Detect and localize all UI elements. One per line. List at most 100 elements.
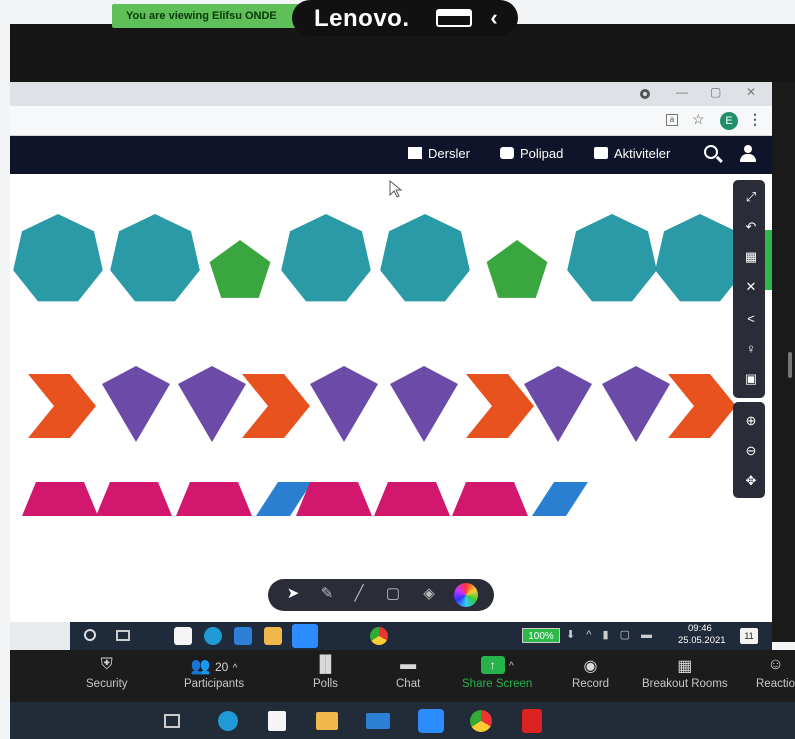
kite-shape[interactable] xyxy=(102,366,170,442)
heptagon-shape[interactable] xyxy=(380,214,470,302)
scroll-handle[interactable] xyxy=(788,352,792,378)
zoom-out-icon[interactable]: ⊖ xyxy=(741,440,761,462)
trapezoid-shape[interactable] xyxy=(96,482,172,516)
tools-icon[interactable]: ✕ xyxy=(741,276,761,298)
clock-date[interactable]: 25.05.2021 xyxy=(678,635,726,646)
zoom-in-icon[interactable]: ⊕ xyxy=(741,410,761,432)
record-label: Record xyxy=(572,678,610,690)
polls-label: Polls xyxy=(313,678,338,690)
participants-button[interactable]: 👥 20 ^ Participants xyxy=(184,656,244,690)
image-icon[interactable]: ▣ xyxy=(741,368,761,390)
pentagon-shape[interactable] xyxy=(209,240,271,298)
chrome-icon[interactable] xyxy=(370,627,388,645)
chevron-shape[interactable] xyxy=(28,374,96,438)
explorer-icon[interactable] xyxy=(264,627,282,645)
close-button[interactable]: ✕ xyxy=(746,85,756,99)
text-box-icon[interactable]: ▢ xyxy=(382,583,404,605)
device-brand-pill: Lenovo. ‹ xyxy=(292,0,518,36)
chevron-shape[interactable] xyxy=(668,374,736,438)
edge-icon[interactable] xyxy=(204,627,222,645)
host-store-icon[interactable] xyxy=(268,711,286,731)
parallelogram-shape[interactable] xyxy=(532,482,588,516)
nav-lessons[interactable]: Dersler xyxy=(408,146,470,161)
eraser-icon[interactable]: ◈ xyxy=(418,583,440,605)
search-icon[interactable] xyxy=(704,145,723,163)
grid-icon[interactable]: ▦ xyxy=(741,246,761,268)
task-view-icon[interactable] xyxy=(116,630,130,641)
host-explorer-icon[interactable] xyxy=(316,712,338,730)
security-button[interactable]: ⛨ Security xyxy=(86,656,128,690)
nav-activities-label: Aktiviteler xyxy=(614,146,671,161)
polipad-canvas[interactable] xyxy=(10,174,772,622)
share-screen-button[interactable]: ↑ ^ Share Screen xyxy=(462,656,532,690)
fullscreen-icon[interactable]: ⤢ xyxy=(741,186,761,208)
host-red-app-icon[interactable] xyxy=(522,709,542,733)
share-screen-label: Share Screen xyxy=(462,678,533,690)
more-menu-icon[interactable]: ⋮ xyxy=(748,111,762,128)
nav-polipad[interactable]: Polipad xyxy=(500,146,563,161)
canvas-zoom-toolbar: ⊕ ⊖ ✥ xyxy=(733,402,765,498)
book-icon xyxy=(408,147,422,159)
user-icon[interactable] xyxy=(740,145,756,163)
kite-shape[interactable] xyxy=(602,366,670,442)
participants-label: Participants xyxy=(184,678,245,690)
cortana-icon[interactable] xyxy=(84,629,96,641)
chevron-left-icon[interactable]: ‹ xyxy=(482,5,506,31)
zoom-app-icon[interactable] xyxy=(292,624,318,648)
undo-icon[interactable]: ↶ xyxy=(741,216,761,238)
heptagon-shape[interactable] xyxy=(13,214,103,302)
security-label: Security xyxy=(86,678,128,690)
chat-button[interactable]: ▬ Chat xyxy=(396,656,420,690)
tray-icons[interactable]: ⬇ ^ ▮ ▢ ▬ xyxy=(566,628,656,641)
screen-edge xyxy=(772,82,795,642)
store-icon[interactable] xyxy=(174,627,192,645)
battery-indicator: 100% xyxy=(522,628,560,643)
breakout-rooms-button[interactable]: ▦ Breakout Rooms xyxy=(642,656,728,690)
heptagon-shape[interactable] xyxy=(567,214,657,302)
trapezoid-shape[interactable] xyxy=(374,482,450,516)
breakout-rooms-label: Breakout Rooms xyxy=(642,678,728,690)
trapezoid-shape[interactable] xyxy=(176,482,252,516)
notification-badge[interactable]: 11 xyxy=(740,628,758,644)
nav-activities[interactable]: Aktiviteler xyxy=(594,146,670,161)
puzzle-icon xyxy=(594,147,608,159)
host-mail-icon[interactable] xyxy=(366,713,390,729)
screen: You are viewing Elifsu ONDE Lenovo. ‹ — … xyxy=(0,0,795,739)
minimize-button[interactable]: — xyxy=(676,85,688,99)
kite-shape[interactable] xyxy=(310,366,378,442)
host-edge-icon[interactable] xyxy=(218,711,238,731)
address-bar: a ☆ E ⋮ xyxy=(10,106,772,136)
heptagon-shape[interactable] xyxy=(655,214,745,302)
translate-icon[interactable]: a xyxy=(666,114,678,126)
heptagon-shape[interactable] xyxy=(281,214,371,302)
move-icon[interactable]: ✥ xyxy=(741,470,761,492)
window-icon[interactable] xyxy=(436,9,472,27)
kite-shape[interactable] xyxy=(178,366,246,442)
browser-tab-strip: — ▢ ✕ xyxy=(10,82,772,106)
pentagon-shape[interactable] xyxy=(486,240,548,298)
trapezoid-shape[interactable] xyxy=(452,482,528,516)
host-task-view-icon[interactable] xyxy=(164,714,180,728)
clock-time[interactable]: 09:46 xyxy=(688,623,712,634)
heptagon-shape[interactable] xyxy=(110,214,200,302)
host-zoom-icon[interactable] xyxy=(418,709,444,733)
host-chrome-icon[interactable] xyxy=(470,710,492,732)
line-icon[interactable]: ╱ xyxy=(348,583,370,605)
reactions-button[interactable]: ☺ Reactio xyxy=(756,656,795,690)
chevron-shape[interactable] xyxy=(466,374,534,438)
mail-icon[interactable] xyxy=(234,627,252,645)
kite-shape[interactable] xyxy=(524,366,592,442)
color-wheel-icon[interactable] xyxy=(454,583,478,607)
pointer-icon[interactable]: ➤ xyxy=(282,583,304,605)
trapezoid-shape[interactable] xyxy=(22,482,98,516)
record-button[interactable]: ◉ Record xyxy=(572,656,609,690)
chevron-shape[interactable] xyxy=(242,374,310,438)
polls-button[interactable]: ▐▌ Polls xyxy=(313,656,338,690)
share-icon[interactable]: < xyxy=(741,308,761,330)
pen-icon[interactable]: ✎ xyxy=(316,583,338,605)
lightbulb-icon[interactable]: ♀ xyxy=(741,338,761,360)
restore-button[interactable]: ▢ xyxy=(710,85,721,99)
star-icon[interactable]: ☆ xyxy=(692,111,705,128)
kite-shape[interactable] xyxy=(390,366,458,442)
profile-avatar[interactable]: E xyxy=(720,112,738,130)
